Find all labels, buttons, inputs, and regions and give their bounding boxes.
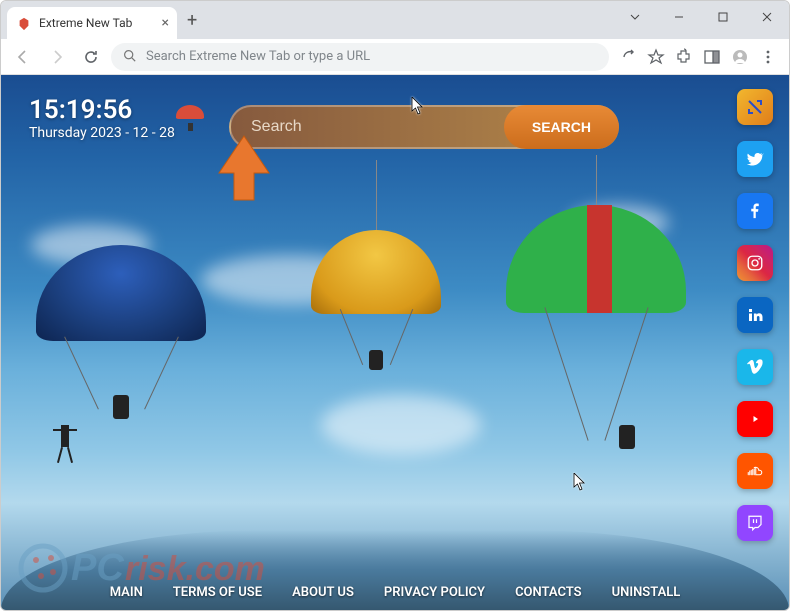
social-sidebar bbox=[737, 89, 773, 541]
titlebar: Extreme New Tab × + bbox=[1, 1, 789, 39]
social-twitch-icon[interactable] bbox=[737, 505, 773, 541]
social-facebook-icon[interactable] bbox=[737, 193, 773, 229]
page-content: 15:19:56 Thursday 2023 - 12 - 28 SEARCH bbox=[1, 75, 789, 610]
social-twitter-icon[interactable] bbox=[737, 141, 773, 177]
footer-link-privacy[interactable]: PRIVACY POLICY bbox=[384, 585, 485, 600]
tab-favicon bbox=[17, 16, 31, 30]
social-custom-icon[interactable] bbox=[737, 89, 773, 125]
share-icon[interactable] bbox=[619, 48, 637, 66]
parachute-small-red bbox=[176, 105, 204, 129]
tab-title: Extreme New Tab bbox=[39, 16, 132, 30]
svg-text:PC: PC bbox=[71, 547, 124, 589]
close-button[interactable] bbox=[745, 1, 789, 33]
kebab-menu-icon[interactable] bbox=[759, 48, 777, 66]
tab-close-icon[interactable]: × bbox=[162, 15, 169, 31]
footer-link-main[interactable]: MAIN bbox=[110, 585, 143, 600]
footer-nav: MAIN TERMS OF USE ABOUT US PRIVACY POLIC… bbox=[1, 585, 789, 600]
window-controls bbox=[613, 1, 789, 39]
parachute-blue bbox=[36, 245, 206, 405]
profile-icon[interactable] bbox=[731, 48, 749, 66]
search-input[interactable] bbox=[251, 118, 504, 136]
address-bar[interactable]: Search Extreme New Tab or type a URL bbox=[111, 43, 609, 71]
clock-widget: 15:19:56 Thursday 2023 - 12 - 28 bbox=[29, 95, 175, 141]
parachute-yellow bbox=[311, 230, 441, 370]
clock-date: Thursday 2023 - 12 - 28 bbox=[29, 125, 175, 141]
sidepanel-icon[interactable] bbox=[703, 48, 721, 66]
bookmark-icon[interactable] bbox=[647, 48, 665, 66]
search-button[interactable]: SEARCH bbox=[504, 105, 619, 149]
social-linkedin-icon[interactable] bbox=[737, 297, 773, 333]
social-instagram-icon[interactable] bbox=[737, 245, 773, 281]
watermark-text: risk.com bbox=[125, 550, 265, 588]
toolbar-actions bbox=[615, 48, 781, 66]
new-tab-button[interactable]: + bbox=[177, 6, 207, 35]
search-icon bbox=[123, 47, 136, 66]
minimize-button[interactable] bbox=[657, 1, 701, 33]
chevron-down-icon[interactable] bbox=[613, 1, 657, 33]
toolbar: Search Extreme New Tab or type a URL bbox=[1, 39, 789, 75]
back-button[interactable] bbox=[9, 43, 37, 71]
parachute-green bbox=[506, 205, 686, 385]
extensions-icon[interactable] bbox=[675, 48, 693, 66]
social-youtube-icon[interactable] bbox=[737, 401, 773, 437]
search-bar: SEARCH bbox=[229, 105, 619, 149]
footer-link-terms[interactable]: TERMS OF USE bbox=[173, 585, 262, 600]
skydiver-left bbox=[51, 425, 79, 475]
footer-link-about[interactable]: ABOUT US bbox=[292, 585, 354, 600]
maximize-button[interactable] bbox=[701, 1, 745, 33]
footer-link-uninstall[interactable]: UNINSTALL bbox=[612, 585, 681, 600]
browser-tab[interactable]: Extreme New Tab × bbox=[7, 7, 177, 39]
forward-button[interactable] bbox=[43, 43, 71, 71]
social-soundcloud-icon[interactable] bbox=[737, 453, 773, 489]
footer-link-contacts[interactable]: CONTACTS bbox=[515, 585, 582, 600]
social-vimeo-icon[interactable] bbox=[737, 349, 773, 385]
reload-button[interactable] bbox=[77, 43, 105, 71]
clock-time: 15:19:56 bbox=[29, 95, 175, 125]
browser-window: Extreme New Tab × + Search Extreme New T… bbox=[0, 0, 790, 611]
address-placeholder: Search Extreme New Tab or type a URL bbox=[146, 49, 370, 64]
